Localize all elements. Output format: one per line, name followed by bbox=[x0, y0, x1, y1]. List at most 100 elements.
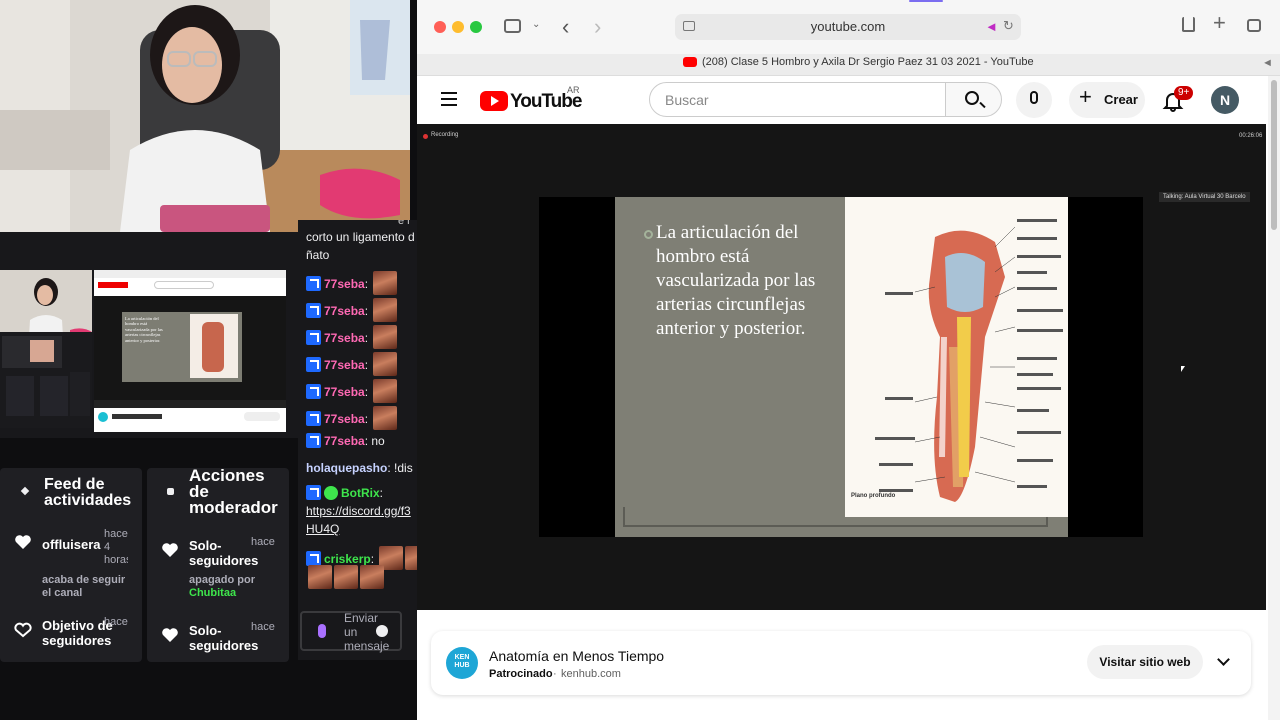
chat-link[interactable]: https://discord.gg/f3 bbox=[306, 503, 411, 519]
search-placeholder: Buscar bbox=[665, 92, 709, 108]
chat-username[interactable]: 77seba bbox=[324, 385, 365, 399]
search-icon bbox=[965, 91, 979, 105]
page-scrollbar[interactable] bbox=[1268, 76, 1280, 720]
heart-icon bbox=[14, 622, 32, 638]
create-label: Crear bbox=[1104, 92, 1138, 107]
url-text: youtube.com bbox=[810, 19, 886, 34]
search-input[interactable]: Buscar bbox=[649, 82, 946, 117]
chat-input[interactable]: Enviar un mensaje bbox=[300, 611, 402, 653]
visit-website-button[interactable]: Visitar sitio web bbox=[1087, 645, 1203, 679]
create-button[interactable]: + Crear bbox=[1069, 82, 1145, 118]
moderator-item[interactable]: Solo-seguidores hace bbox=[147, 621, 289, 662]
share-icon[interactable] bbox=[1182, 17, 1195, 32]
close-window-button[interactable] bbox=[434, 21, 446, 33]
emote-icon bbox=[360, 565, 384, 589]
scrollbar-thumb[interactable] bbox=[1271, 80, 1277, 230]
mic-icon[interactable] bbox=[318, 624, 326, 638]
mouse-cursor-icon bbox=[1181, 366, 1185, 372]
activity-feed-panel: Feed de actividades offluisera hace 4 ho… bbox=[0, 468, 142, 662]
recording-dot-icon bbox=[423, 134, 428, 139]
presentation-frame: La articulación del hombro está vascular… bbox=[539, 197, 1143, 537]
anatomy-figure: Plano profundo bbox=[845, 197, 1068, 517]
chat-message: 77seba: bbox=[306, 352, 398, 376]
preview-slide-text: La articulación del hombro está vascular… bbox=[125, 316, 163, 343]
tab-audio-icon[interactable]: ◄ bbox=[1262, 57, 1273, 69]
chat-username[interactable]: 77seba bbox=[324, 434, 365, 448]
chat-username[interactable]: BotRix bbox=[341, 486, 380, 500]
emote-icon bbox=[334, 565, 358, 589]
avatar-letter: N bbox=[1219, 92, 1231, 108]
badge-icon bbox=[306, 330, 321, 345]
activity-feed-title: Feed de actividades bbox=[44, 476, 132, 509]
youtube-header: YouTube AR Buscar + Crear 9+ N bbox=[417, 76, 1280, 124]
tab-title: (208) Clase 5 Hombro y Axila Dr Sergio P… bbox=[702, 56, 1034, 68]
chat-username[interactable]: holaquepasho bbox=[306, 461, 387, 475]
emote-icon bbox=[373, 298, 398, 322]
chat-username[interactable]: 77seba bbox=[324, 358, 365, 372]
badge-icon bbox=[306, 276, 321, 291]
sponsored-ad-card[interactable]: KEN HUB Anatomía en Menos Tiempo Patroci… bbox=[431, 631, 1251, 695]
recording-timer: 00:26:06 bbox=[1239, 133, 1263, 139]
back-icon[interactable]: ‹ bbox=[562, 14, 569, 40]
search-button[interactable] bbox=[945, 82, 1002, 117]
chat-username[interactable]: 77seba bbox=[324, 412, 365, 426]
moderator-item-desc: apagado por Chubitaa bbox=[189, 574, 279, 600]
moderator-desc-prefix: apagado por bbox=[189, 574, 256, 586]
region-label: AR bbox=[567, 85, 580, 95]
notification-count-badge: 9+ bbox=[1174, 86, 1194, 100]
reload-icon[interactable]: ↻ bbox=[1003, 18, 1014, 34]
chat-username[interactable]: 77seba bbox=[324, 277, 365, 291]
chat-message: 77seba: bbox=[306, 406, 398, 430]
chat-message: 77seba: bbox=[306, 298, 398, 322]
sidebar-icon[interactable] bbox=[504, 19, 521, 33]
new-tab-icon[interactable]: + bbox=[1213, 12, 1226, 34]
minimize-window-button[interactable] bbox=[452, 21, 464, 33]
chat-username[interactable]: 77seba bbox=[324, 331, 365, 345]
voice-search-button[interactable] bbox=[1016, 82, 1052, 118]
moderator-actions-title: Acciones de moderador bbox=[189, 468, 278, 517]
chat-panel: e l corto un ligamento d ñato 77seba: 77… bbox=[298, 220, 418, 660]
moderator-item-time: hace bbox=[251, 536, 275, 548]
chat-message: 77seba: bbox=[306, 325, 398, 349]
chevron-down-icon[interactable]: ⌄ bbox=[532, 19, 540, 30]
emote-icon bbox=[373, 352, 398, 376]
avatar[interactable]: N bbox=[1211, 86, 1239, 114]
badge-icon bbox=[306, 485, 321, 500]
chevron-down-icon[interactable] bbox=[1217, 653, 1230, 666]
chat-partial-line: e l bbox=[398, 220, 410, 227]
emote-icon bbox=[373, 406, 398, 430]
menu-icon[interactable] bbox=[441, 92, 457, 106]
chat-message: 77seba: no bbox=[306, 433, 385, 449]
chat-message-text: no bbox=[371, 434, 385, 448]
kenhub-logo: KEN HUB bbox=[446, 647, 478, 679]
chat-link[interactable]: HU4Q bbox=[306, 521, 339, 537]
maximize-window-button[interactable] bbox=[470, 21, 482, 33]
feed-item[interactable]: offluisera hace 4 horas acaba de seguir … bbox=[0, 528, 142, 599]
badge-icon bbox=[306, 357, 321, 372]
forward-icon[interactable]: › bbox=[594, 14, 601, 40]
visit-website-label: Visitar sitio web bbox=[1099, 655, 1191, 669]
feed-item[interactable]: Objetivo de seguidores hace bbox=[0, 616, 142, 662]
feed-pin-icon bbox=[20, 486, 30, 496]
heart-icon bbox=[14, 534, 32, 550]
emoji-icon[interactable] bbox=[376, 625, 388, 637]
chat-username[interactable]: 77seba bbox=[324, 304, 365, 318]
badge-icon bbox=[306, 303, 321, 318]
address-bar[interactable]: youtube.com ◄ ↻ bbox=[675, 14, 1021, 40]
youtube-logo[interactable]: YouTube AR bbox=[480, 85, 590, 113]
tab-bar: (208) Clase 5 Hombro y Axila Dr Sergio P… bbox=[417, 54, 1280, 76]
tab-overview-icon[interactable] bbox=[1247, 19, 1261, 32]
active-tab[interactable]: (208) Clase 5 Hombro y Axila Dr Sergio P… bbox=[417, 54, 1280, 76]
ad-title[interactable]: Anatomía en Menos Tiempo bbox=[489, 648, 664, 664]
badge-icon bbox=[306, 384, 321, 399]
chat-message-text: corto un ligamento d bbox=[306, 230, 415, 244]
video-player[interactable]: Recording 00:26:06 Talking: Aula Virtual… bbox=[417, 124, 1266, 610]
notifications-button[interactable]: 9+ bbox=[1162, 86, 1194, 114]
chat-message-text: !dis bbox=[394, 461, 413, 475]
emote-icon bbox=[373, 271, 398, 295]
moderator-item[interactable]: Solo-seguidores hace apagado por Chubita… bbox=[147, 536, 289, 606]
chat-username[interactable]: criskerp bbox=[324, 552, 371, 566]
kenhub-logo-text: KEN HUB bbox=[454, 654, 470, 669]
mic-icon bbox=[1030, 91, 1038, 104]
audio-icon[interactable]: ◄ bbox=[985, 19, 998, 34]
